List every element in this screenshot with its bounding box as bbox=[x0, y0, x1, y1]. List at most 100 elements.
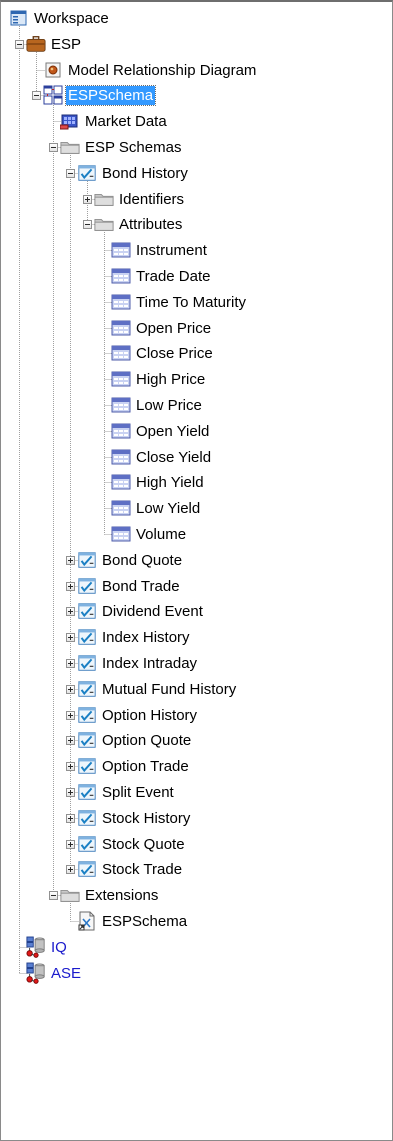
tree-node-index-intraday[interactable]: Index Intraday bbox=[77, 652, 199, 674]
tree-node-label[interactable]: Workspace bbox=[32, 9, 111, 28]
tree-node-label[interactable]: Close Yield bbox=[134, 448, 213, 467]
tree-node-trade-date[interactable]: Trade Date bbox=[111, 265, 212, 287]
schema-icon bbox=[43, 85, 63, 105]
expand-plus-icon[interactable] bbox=[83, 195, 92, 204]
expand-plus-icon[interactable] bbox=[66, 840, 75, 849]
collapse-minus-icon[interactable] bbox=[49, 891, 58, 900]
tree-node-espschema[interactable]: ESPSchema bbox=[43, 84, 157, 106]
tree-node-time-to-maturity[interactable]: Time To Maturity bbox=[111, 291, 248, 313]
expand-plus-icon[interactable] bbox=[66, 659, 75, 668]
tree-node-close-yield[interactable]: Close Yield bbox=[111, 446, 213, 468]
tree-node-dividend-event[interactable]: Dividend Event bbox=[77, 600, 205, 622]
tree-node-label[interactable]: Low Yield bbox=[134, 499, 202, 518]
tree-node-market-data[interactable]: Market Data bbox=[60, 110, 169, 132]
tree-node-label[interactable]: Index History bbox=[100, 628, 192, 647]
tree-node-volume[interactable]: Volume bbox=[111, 523, 188, 545]
tree-node-instrument[interactable]: Instrument bbox=[111, 239, 209, 261]
collapse-minus-icon[interactable] bbox=[15, 40, 24, 49]
tree-node-label[interactable]: Dividend Event bbox=[100, 602, 205, 621]
tree-node-workspace[interactable]: Workspace bbox=[9, 7, 111, 29]
expand-plus-icon[interactable] bbox=[66, 607, 75, 616]
tree-node-split-event[interactable]: Split Event bbox=[77, 781, 176, 803]
tree-node-option-quote[interactable]: Option Quote bbox=[77, 729, 193, 751]
expand-plus-icon[interactable] bbox=[66, 762, 75, 771]
collapse-minus-icon[interactable] bbox=[49, 143, 58, 152]
collapse-minus-icon[interactable] bbox=[83, 220, 92, 229]
tree-node-label[interactable]: Close Price bbox=[134, 344, 215, 363]
expand-plus-icon[interactable] bbox=[66, 582, 75, 591]
tree-node-label[interactable]: Split Event bbox=[100, 783, 176, 802]
tree-node-bond-history[interactable]: Bond History bbox=[77, 162, 190, 184]
tree-node-label[interactable]: Volume bbox=[134, 525, 188, 544]
tree-node-label[interactable]: Instrument bbox=[134, 241, 209, 260]
tree-node-close-price[interactable]: Close Price bbox=[111, 342, 215, 364]
tree-node-esp-schemas[interactable]: ESP Schemas bbox=[60, 136, 183, 158]
tree-node-label[interactable]: Low Price bbox=[134, 396, 204, 415]
workspace-tree-panel[interactable]: Workspace ESP Model Relationship Diagram ES… bbox=[0, 0, 393, 1141]
tree-node-label[interactable]: Time To Maturity bbox=[134, 293, 248, 312]
tree-node-label[interactable]: ASE bbox=[49, 964, 83, 983]
tree-node-label[interactable]: IQ bbox=[49, 938, 69, 957]
tree-node-label[interactable]: Bond History bbox=[100, 164, 190, 183]
expand-plus-icon[interactable] bbox=[66, 814, 75, 823]
tree-node-esp[interactable]: ESP bbox=[26, 33, 83, 55]
tree-node-label[interactable]: Stock History bbox=[100, 809, 192, 828]
tree-node-high-price[interactable]: High Price bbox=[111, 368, 207, 390]
tree-node-iq[interactable]: IQ bbox=[26, 936, 69, 958]
tree-node-label[interactable]: ESPSchema bbox=[100, 912, 189, 931]
tree-node-label[interactable]: Open Yield bbox=[134, 422, 211, 441]
tree-node-low-yield[interactable]: Low Yield bbox=[111, 497, 202, 519]
collapse-minus-icon[interactable] bbox=[32, 91, 41, 100]
tree-node-open-price[interactable]: Open Price bbox=[111, 317, 213, 339]
tree-node-stock-trade[interactable]: Stock Trade bbox=[77, 858, 184, 880]
tree-node-label[interactable]: Trade Date bbox=[134, 267, 212, 286]
tree-node-bond-quote[interactable]: Bond Quote bbox=[77, 549, 184, 571]
expand-plus-icon[interactable] bbox=[66, 788, 75, 797]
tree-node-option-history[interactable]: Option History bbox=[77, 704, 199, 726]
tree-node-mutual-fund-history[interactable]: Mutual Fund History bbox=[77, 678, 238, 700]
tree-node-label[interactable]: Extensions bbox=[83, 886, 160, 905]
tree-node-label[interactable]: Mutual Fund History bbox=[100, 680, 238, 699]
collapse-minus-icon[interactable] bbox=[66, 169, 75, 178]
tree-node-bond-trade[interactable]: Bond Trade bbox=[77, 575, 182, 597]
tree-node-label[interactable]: Option Quote bbox=[100, 731, 193, 750]
tree-node-open-yield[interactable]: Open Yield bbox=[111, 420, 211, 442]
tree-node-extensions[interactable]: Extensions bbox=[60, 884, 160, 906]
tree-node-label[interactable]: Option Trade bbox=[100, 757, 191, 776]
expand-plus-icon[interactable] bbox=[66, 711, 75, 720]
tree-node-index-history[interactable]: Index History bbox=[77, 626, 192, 648]
tree-node-label[interactable]: Identifiers bbox=[117, 190, 186, 209]
tree-node-label[interactable]: Stock Trade bbox=[100, 860, 184, 879]
tree-node-label[interactable]: Market Data bbox=[83, 112, 169, 131]
tree-node-label[interactable]: ESPSchema bbox=[64, 84, 157, 106]
tree-node-label[interactable]: Index Intraday bbox=[100, 654, 199, 673]
tree-node-label[interactable]: Bond Trade bbox=[100, 577, 182, 596]
tree-node-label[interactable]: ESP bbox=[49, 35, 83, 54]
tree-node-label[interactable]: High Price bbox=[134, 370, 207, 389]
checklist-icon bbox=[77, 653, 97, 673]
tree-node-label[interactable]: Stock Quote bbox=[100, 835, 187, 854]
tree-node-label[interactable]: ESP Schemas bbox=[83, 138, 183, 157]
tree-node-attributes[interactable]: Attributes bbox=[94, 213, 184, 235]
tree-node-stock-history[interactable]: Stock History bbox=[77, 807, 192, 829]
tree-node-extension-espschema[interactable]: ESPSchema bbox=[77, 910, 189, 932]
tree-node-label[interactable]: Attributes bbox=[117, 215, 184, 234]
expand-plus-icon[interactable] bbox=[66, 633, 75, 642]
tree-node-label[interactable]: Bond Quote bbox=[100, 551, 184, 570]
tree-node-model-relationship-diagram[interactable]: Model Relationship Diagram bbox=[43, 59, 258, 81]
checklist-icon bbox=[77, 627, 97, 647]
tree-node-identifiers[interactable]: Identifiers bbox=[94, 188, 186, 210]
expand-plus-icon[interactable] bbox=[66, 556, 75, 565]
tree-node-ase[interactable]: ASE bbox=[26, 962, 83, 984]
expand-plus-icon[interactable] bbox=[66, 685, 75, 694]
tree-node-label[interactable]: Option History bbox=[100, 706, 199, 725]
expand-plus-icon[interactable] bbox=[66, 865, 75, 874]
tree-node-option-trade[interactable]: Option Trade bbox=[77, 755, 191, 777]
expand-plus-icon[interactable] bbox=[66, 736, 75, 745]
tree-node-stock-quote[interactable]: Stock Quote bbox=[77, 833, 187, 855]
tree-node-label[interactable]: High Yield bbox=[134, 473, 206, 492]
tree-node-high-yield[interactable]: High Yield bbox=[111, 471, 206, 493]
tree-node-label[interactable]: Model Relationship Diagram bbox=[66, 61, 258, 80]
tree-node-low-price[interactable]: Low Price bbox=[111, 394, 204, 416]
tree-node-label[interactable]: Open Price bbox=[134, 319, 213, 338]
